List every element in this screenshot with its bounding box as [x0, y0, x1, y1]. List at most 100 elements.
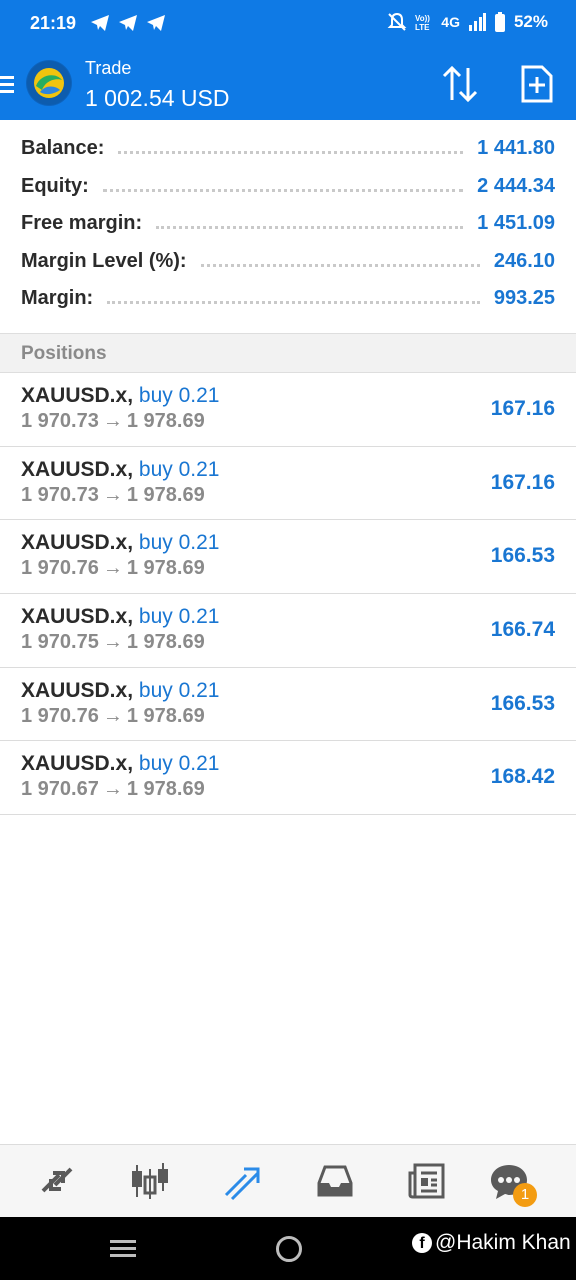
separator: , — [127, 457, 134, 481]
header-balance: 1 002.54 USD — [85, 85, 230, 111]
current-price: 1 978.69 — [126, 410, 205, 432]
news-icon[interactable] — [405, 1159, 449, 1203]
position-prices-line: 1 970.75 → 1 978.69 — [21, 631, 205, 654]
volte-icon: Vo))LTE — [415, 14, 430, 32]
position-profit: 166.53 — [490, 691, 555, 715]
position-title-line: XAUUSD.x, buy 0.21 — [21, 458, 219, 482]
position-symbol: XAUUSD.x — [21, 457, 128, 481]
position-symbol: XAUUSD.x — [21, 678, 128, 702]
current-price: 1 978.69 — [126, 483, 205, 506]
separator: , — [127, 384, 134, 407]
position-profit: 167.16 — [490, 470, 555, 494]
position-title-line: XAUUSD.x, buy 0.21 — [21, 752, 219, 776]
position-symbol: XAUUSD.x — [21, 384, 128, 407]
summary-row-margin-level: Margin Level (%): 246.10 — [0, 243, 576, 281]
open-price: 1 970.75 — [21, 631, 99, 654]
arrow-right-icon: → — [102, 483, 123, 506]
trade-icon[interactable] — [220, 1159, 264, 1203]
status-indicators: Vo)) LTE 4G 52% — [387, 12, 548, 32]
battery-icon — [494, 12, 505, 32]
watermark: f @Hakim Khan — [412, 1231, 571, 1255]
bottom-nav: 1 — [0, 1144, 576, 1217]
account-summary: Balance: 1 441.80 Equity: 2 444.34 Free … — [0, 130, 576, 318]
position-prices-line: 1 970.67 → 1 978.69 — [21, 778, 205, 801]
arrow-right-icon: → — [102, 631, 123, 654]
messages-badge: 1 — [513, 1183, 537, 1207]
svg-text:LTE: LTE — [415, 23, 430, 32]
summary-row-balance: Balance: 1 441.80 — [0, 130, 576, 168]
history-icon[interactable] — [313, 1159, 357, 1203]
position-row[interactable]: XAUUSD.x, buy 0.21 1 970.73 → 1 978.69 167… — [0, 447, 576, 521]
telegram-icon — [119, 15, 137, 31]
chart-icon[interactable] — [128, 1159, 172, 1203]
menu-icon[interactable] — [0, 74, 16, 94]
position-profit: 167.16 — [490, 397, 555, 420]
positions-title: Positions — [21, 343, 107, 364]
position-profit: 166.53 — [490, 544, 555, 568]
position-title-line: XAUUSD.x, buy 0.21 — [21, 531, 219, 555]
position-row[interactable]: XAUUSD.x, buy 0.21 1 970.75 → 1 978.69 166… — [0, 594, 576, 668]
system-nav-bar: f @Hakim Khan — [0, 1217, 576, 1280]
position-row[interactable]: XAUUSD.x, buy 0.21 1 970.73 → 1 978.69 167… — [0, 373, 576, 447]
position-title-line: XAUUSD.x, buy 0.21 — [21, 679, 219, 703]
arrow-right-icon: → — [102, 410, 123, 432]
telegram-icon — [147, 15, 165, 31]
signal-icon — [468, 13, 486, 31]
open-price: 1 970.67 — [21, 778, 99, 801]
current-price: 1 978.69 — [126, 704, 205, 727]
arrow-right-icon: → — [102, 778, 123, 801]
position-prices-line: 1 970.76 → 1 978.69 — [21, 705, 205, 728]
watermark-text: @Hakim Khan — [435, 1231, 571, 1254]
position-side: buy 0.21 — [138, 605, 220, 629]
app-header: Trade 1 002.54 USD — [0, 46, 576, 120]
open-price: 1 970.76 — [21, 704, 99, 727]
dotted-leader — [200, 263, 480, 267]
position-row[interactable]: XAUUSD.x, buy 0.21 1 970.76 → 1 978.69 166… — [0, 520, 576, 595]
position-symbol: XAUUSD.x — [21, 605, 128, 629]
separator: , — [127, 678, 134, 702]
facebook-icon: f — [412, 1233, 432, 1253]
position-row[interactable]: XAUUSD.x, buy 0.21 1 970.76 → 1 978.69 166… — [0, 668, 576, 742]
mute-bell-icon — [387, 12, 407, 31]
messages-icon[interactable]: 1 — [487, 1159, 537, 1207]
open-price: 1 970.73 — [21, 410, 99, 432]
summary-value: 1 441.80 — [477, 137, 555, 160]
position-prices-line: 1 970.73 → 1 978.69 — [21, 410, 205, 433]
current-price: 1 978.69 — [126, 557, 205, 580]
svg-text:Vo)): Vo)) — [415, 14, 430, 23]
position-row[interactable]: XAUUSD.x, buy 0.21 1 970.67 → 1 978.69 168… — [0, 741, 576, 816]
status-time: 21:19 — [30, 13, 77, 33]
arrow-right-icon: → — [102, 704, 123, 727]
metatrader-logo-icon — [26, 60, 72, 106]
position-side: buy 0.21 — [138, 752, 220, 776]
dotted-leader — [118, 151, 464, 155]
summary-value: 2 444.34 — [477, 174, 555, 197]
position-symbol: XAUUSD.x — [21, 531, 128, 555]
summary-row-equity: Equity: 2 444.34 — [0, 168, 576, 206]
summary-value: 1 451.09 — [477, 212, 555, 235]
separator: , — [127, 531, 134, 555]
status-bar: 21:19 Vo)) LTE 4G 52% — [0, 0, 576, 46]
position-profit: 166.74 — [490, 618, 555, 642]
battery-level: 52% — [513, 12, 548, 31]
quotes-icon[interactable] — [35, 1159, 79, 1203]
telegram-icon — [91, 15, 109, 31]
new-order-icon[interactable] — [520, 64, 554, 104]
dotted-leader — [102, 188, 464, 192]
summary-label: Margin: — [21, 287, 94, 310]
position-side: buy 0.21 — [138, 678, 220, 702]
position-title-line: XAUUSD.x, buy 0.21 — [21, 605, 219, 629]
network-type: 4G — [441, 14, 460, 30]
summary-label: Free margin: — [21, 212, 143, 235]
home-button-icon[interactable] — [276, 1236, 302, 1262]
dotted-leader — [156, 226, 464, 230]
position-symbol: XAUUSD.x — [21, 752, 128, 776]
recent-apps-icon[interactable] — [110, 1239, 136, 1259]
current-price: 1 978.69 — [126, 778, 205, 801]
summary-row-margin: Margin: 993.25 — [0, 280, 576, 318]
position-prices-line: 1 970.76 → 1 978.69 — [21, 557, 205, 580]
open-price: 1 970.73 — [21, 483, 99, 506]
position-prices-line: 1 970.73 → 1 978.69 — [21, 484, 205, 507]
position-title-line: XAUUSD.x, buy 0.21 — [21, 384, 219, 408]
sort-icon[interactable] — [438, 64, 482, 104]
